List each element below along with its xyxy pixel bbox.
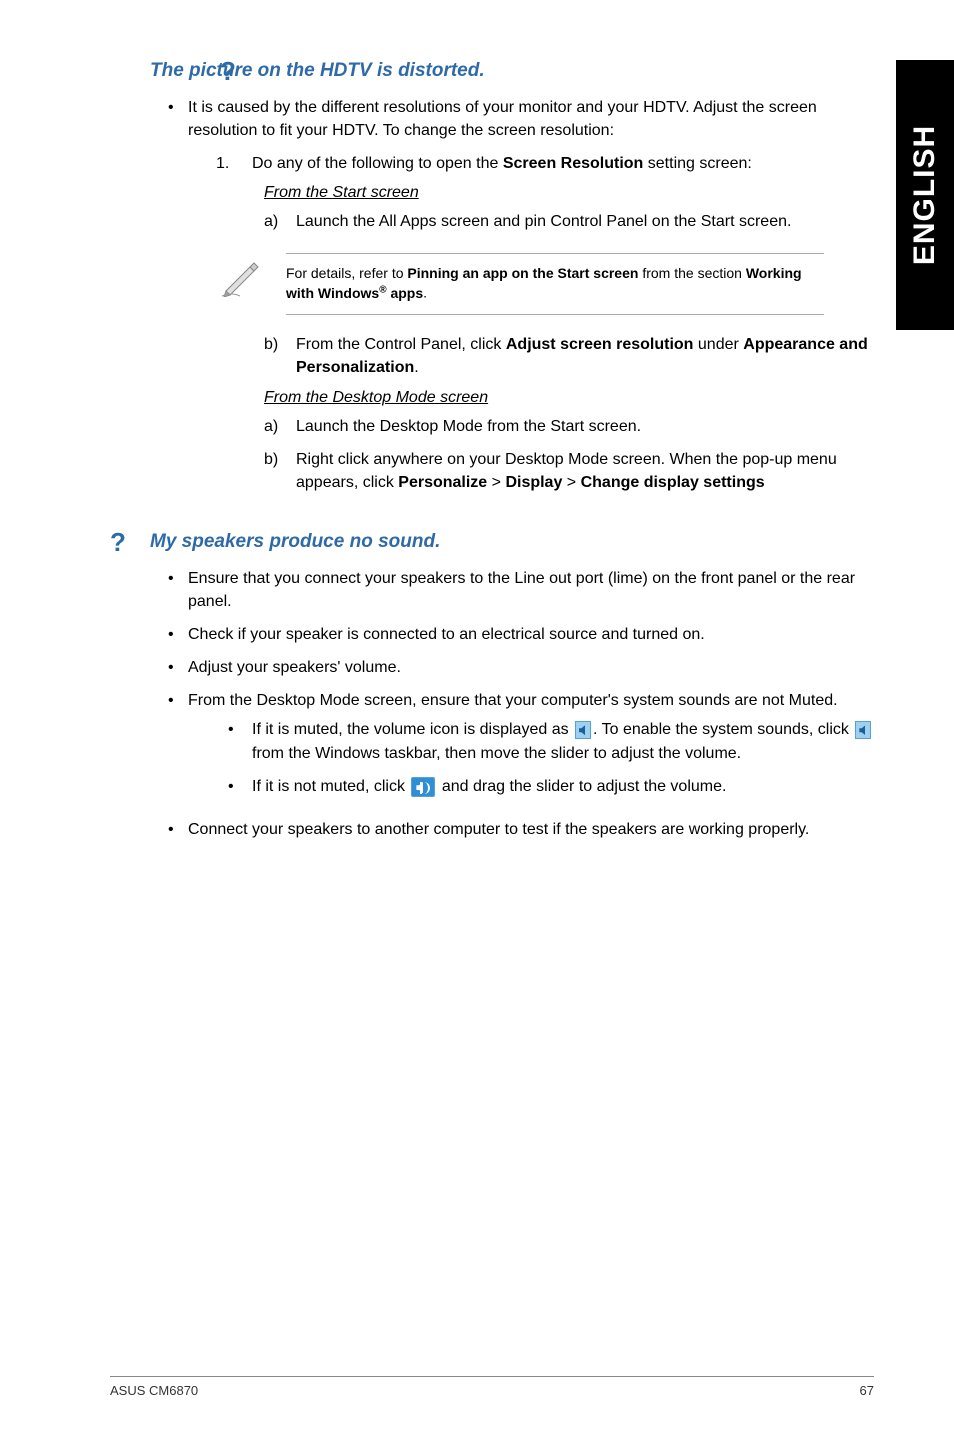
volume-muted-icon: [575, 721, 591, 739]
text: From the Desktop Mode screen, ensure tha…: [188, 692, 838, 709]
text: from the Windows taskbar, then move the …: [252, 745, 741, 762]
step-letter: a): [264, 415, 296, 438]
bullet-item: • From the Desktop Mode screen, ensure t…: [168, 689, 874, 808]
bullet-dot: •: [228, 775, 252, 798]
step-text: From the Control Panel, click Adjust scr…: [296, 333, 874, 379]
step-text: Launch the Desktop Mode from the Start s…: [296, 415, 874, 438]
footer-page-number: 67: [860, 1383, 874, 1398]
bullet-dot: •: [168, 656, 188, 679]
text: . To enable the system sounds, click: [593, 721, 853, 738]
step-number: 1.: [216, 152, 252, 175]
text: .: [414, 359, 418, 376]
text-bold: Screen Resolution: [503, 155, 643, 172]
bullet-dot: •: [168, 818, 188, 841]
text: If it is muted, the volume icon is displ…: [252, 721, 573, 738]
bullet-intro: • It is caused by the different resoluti…: [168, 96, 874, 142]
separator: >: [562, 474, 580, 491]
lettered-step-a: a) Launch the All Apps screen and pin Co…: [264, 210, 874, 233]
bullet-text: It is caused by the different resolution…: [188, 96, 874, 142]
bullet-text: From the Desktop Mode screen, ensure tha…: [188, 689, 874, 808]
bullet-text: Adjust your speakers' volume.: [188, 656, 874, 679]
lettered-step-b2: b) Right click anywhere on your Desktop …: [264, 448, 874, 494]
numbered-step-1: 1. Do any of the following to open the S…: [216, 152, 874, 175]
question-mark-icon: ?: [220, 56, 236, 87]
bullet-dot: •: [168, 689, 188, 808]
bullet-item: •Ensure that you connect your speakers t…: [168, 567, 874, 613]
footer-product: ASUS CM6870: [110, 1383, 198, 1398]
text-bold: Pinning an app on the Start screen: [407, 265, 638, 281]
lettered-step-b: b) From the Control Panel, click Adjust …: [264, 333, 874, 379]
text-bold: Display: [505, 474, 562, 491]
bullet-item: •Check if your speaker is connected to a…: [168, 623, 874, 646]
bullet-text: Check if your speaker is connected to an…: [188, 623, 874, 646]
text-bold: Personalize: [398, 474, 487, 491]
bullet-text: If it is not muted, click and drag the s…: [252, 775, 874, 798]
step-letter: b): [264, 333, 296, 379]
question-mark-icon: ?: [110, 527, 126, 558]
text: setting screen:: [643, 155, 752, 172]
text-bold: apps: [387, 285, 424, 301]
note-content: For details, refer to Pinning an app on …: [286, 253, 824, 315]
step-text: Right click anywhere on your Desktop Mod…: [296, 448, 874, 494]
page-footer: ASUS CM6870 67: [110, 1376, 874, 1398]
volume-icon: [411, 777, 435, 797]
bullet-text: If it is muted, the volume icon is displ…: [252, 718, 874, 764]
step-letter: b): [264, 448, 296, 494]
bullet-text: Connect your speakers to another compute…: [188, 818, 874, 841]
text: For details, refer to: [286, 265, 407, 281]
text: from the section: [638, 265, 745, 281]
note-box: For details, refer to Pinning an app on …: [220, 253, 824, 315]
sub-bullet-item: • If it is not muted, click and drag the…: [228, 775, 874, 798]
step-letter: a): [264, 210, 296, 233]
separator: >: [487, 474, 505, 491]
text: under: [693, 336, 743, 353]
subheading-from-start: From the Start screen: [264, 184, 874, 202]
text: .: [423, 285, 427, 301]
text: If it is not muted, click: [252, 778, 409, 795]
registered-symbol: ®: [379, 284, 386, 295]
text: and drag the slider to adjust the volume…: [437, 778, 726, 795]
language-tab: ENGLISH: [896, 60, 954, 330]
text-bold: Adjust screen resolution: [506, 336, 694, 353]
bullet-item: •Adjust your speakers' volume.: [168, 656, 874, 679]
language-label: ENGLISH: [908, 125, 942, 265]
lettered-step-a2: a) Launch the Desktop Mode from the Star…: [264, 415, 874, 438]
bullet-dot: •: [168, 567, 188, 613]
faq-heading-speakers: My speakers produce no sound.: [150, 531, 874, 553]
bullet-item: •Connect your speakers to another comput…: [168, 818, 874, 841]
step-text: Do any of the following to open the Scre…: [252, 152, 874, 175]
text-bold: Change display settings: [581, 474, 765, 491]
bullet-text: Ensure that you connect your speakers to…: [188, 567, 874, 613]
bullet-dot: •: [168, 623, 188, 646]
text: From the Control Panel, click: [296, 336, 506, 353]
subheading-from-desktop: From the Desktop Mode screen: [264, 389, 874, 407]
sub-bullet-item: • If it is muted, the volume icon is dis…: [228, 718, 874, 764]
step-text: Launch the All Apps screen and pin Contr…: [296, 210, 874, 233]
pen-note-icon: [220, 253, 264, 297]
text: Do any of the following to open the: [252, 155, 503, 172]
faq-heading-hdtv: The picture on the HDTV is distorted.: [150, 60, 874, 82]
bullet-dot: •: [168, 96, 188, 142]
volume-muted-icon: [855, 721, 871, 739]
bullet-dot: •: [228, 718, 252, 764]
